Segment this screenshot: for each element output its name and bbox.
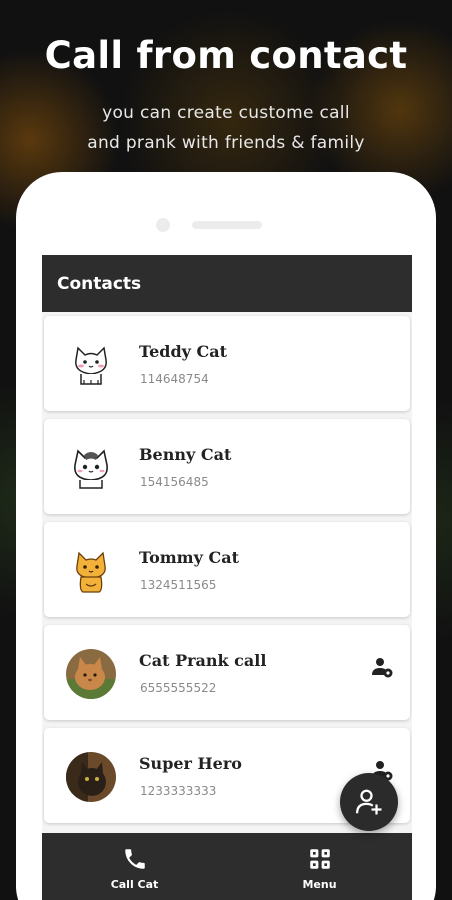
contact-name: Benny Cat [139,445,232,464]
contact-number: 154156485 [140,475,209,489]
nav-call-cat[interactable]: Call Cat [42,833,227,900]
nav-call-cat-label: Call Cat [110,878,159,891]
contact-card[interactable]: Tommy Cat 1324511565 [44,522,410,617]
contact-name: Cat Prank call [139,651,267,670]
promo-headline: Call from contact [44,34,408,77]
nav-menu-label: Menu [302,878,337,891]
grey-cat-avatar [66,443,116,493]
grid-menu-icon [309,849,330,869]
contact-name: Tommy Cat [139,548,239,567]
phone-camera [156,218,170,232]
orange-cat-avatar [66,546,116,596]
contact-number: 1324511565 [140,578,217,592]
promo-subline-2: and prank with friends & family [87,133,365,153]
contact-number: 1233333333 [140,784,217,798]
add-person-icon [356,789,382,815]
phone-icon [124,849,145,869]
app-bar-title: Contacts [57,273,142,294]
cat-photo-avatar [66,649,116,699]
contact-number: 114648754 [140,372,209,386]
contact-name: Teddy Cat [139,342,227,361]
white-cat-avatar [66,340,116,390]
contact-card[interactable]: Benny Cat 154156485 [44,419,410,514]
nav-menu[interactable]: Menu [227,833,412,900]
phone-speaker [192,221,262,229]
contact-number: 6555555522 [140,681,217,695]
add-contact-button[interactable] [340,773,398,831]
app-bar: Contacts [42,255,412,312]
contact-card[interactable]: Cat Prank call 6555555522 [44,625,410,720]
contact-name: Super Hero [139,754,242,773]
cat-photo-dark-avatar [66,752,116,802]
contact-settings-icon[interactable] [370,655,394,679]
contact-card[interactable]: Teddy Cat 114648754 [44,316,410,411]
promo-subline-1: you can create custome call [102,103,350,123]
bottom-navigation: Call Cat Menu [42,833,412,900]
